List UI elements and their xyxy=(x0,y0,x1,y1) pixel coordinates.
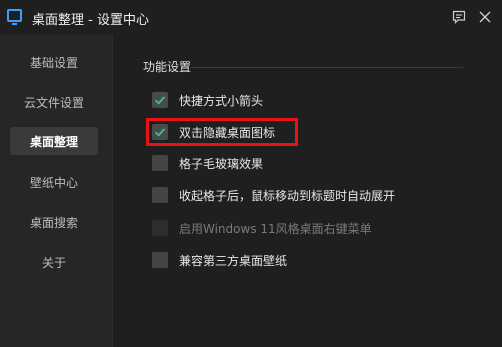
option-label: 快捷方式小箭头 xyxy=(179,93,264,108)
sidebar-item-basic-settings[interactable]: 基础设置 xyxy=(10,48,98,76)
section-title: 功能设置 xyxy=(143,60,192,74)
close-icon xyxy=(479,11,491,23)
option-label: 兼容第三方桌面壁纸 xyxy=(179,253,288,268)
option-auto-expand[interactable]: 收起格子后，鼠标移动到标题时自动展开 xyxy=(152,184,395,206)
close-button[interactable] xyxy=(476,8,494,26)
option-win11-context-menu: 启用Windows 11风格桌面右键菜单 xyxy=(152,217,372,239)
checkbox[interactable] xyxy=(152,155,168,171)
highlight-box xyxy=(146,118,298,146)
monitor-icon xyxy=(7,9,22,25)
sidebar-item-desktop-organize[interactable]: 桌面整理 xyxy=(10,127,98,155)
feedback-icon xyxy=(452,10,466,24)
option-label: 格子毛玻璃效果 xyxy=(179,156,264,171)
option-third-party-wallpaper[interactable]: 兼容第三方桌面壁纸 xyxy=(152,249,287,271)
settings-panel: 功能设置 快捷方式小箭头 双击隐藏桌面图标 格子毛玻璃效果 收起格子后，鼠标移动… xyxy=(113,34,502,347)
option-shortcut-arrow[interactable]: 快捷方式小箭头 xyxy=(152,89,263,111)
option-label: 收起格子后，鼠标移动到标题时自动展开 xyxy=(179,188,396,203)
checkmark-icon xyxy=(154,96,166,105)
title-bar: 桌面整理 - 设置中心 xyxy=(0,0,502,34)
window-title: 桌面整理 - 设置中心 xyxy=(32,13,149,28)
sidebar: 基础设置 云文件设置 桌面整理 壁纸中心 桌面搜索 关于 xyxy=(0,34,113,347)
section-divider xyxy=(191,67,463,68)
sidebar-item-desktop-search[interactable]: 桌面搜索 xyxy=(10,208,98,236)
checkbox[interactable] xyxy=(152,92,168,108)
option-label: 启用Windows 11风格桌面右键菜单 xyxy=(179,221,372,236)
checkbox xyxy=(152,220,168,236)
sidebar-item-cloud-file-settings[interactable]: 云文件设置 xyxy=(10,88,98,116)
sidebar-item-wallpaper-center[interactable]: 壁纸中心 xyxy=(10,168,98,196)
sidebar-item-about[interactable]: 关于 xyxy=(10,248,98,276)
feedback-button[interactable] xyxy=(450,8,468,26)
checkbox[interactable] xyxy=(152,252,168,268)
checkbox[interactable] xyxy=(152,187,168,203)
option-frosted-glass[interactable]: 格子毛玻璃效果 xyxy=(152,152,263,174)
